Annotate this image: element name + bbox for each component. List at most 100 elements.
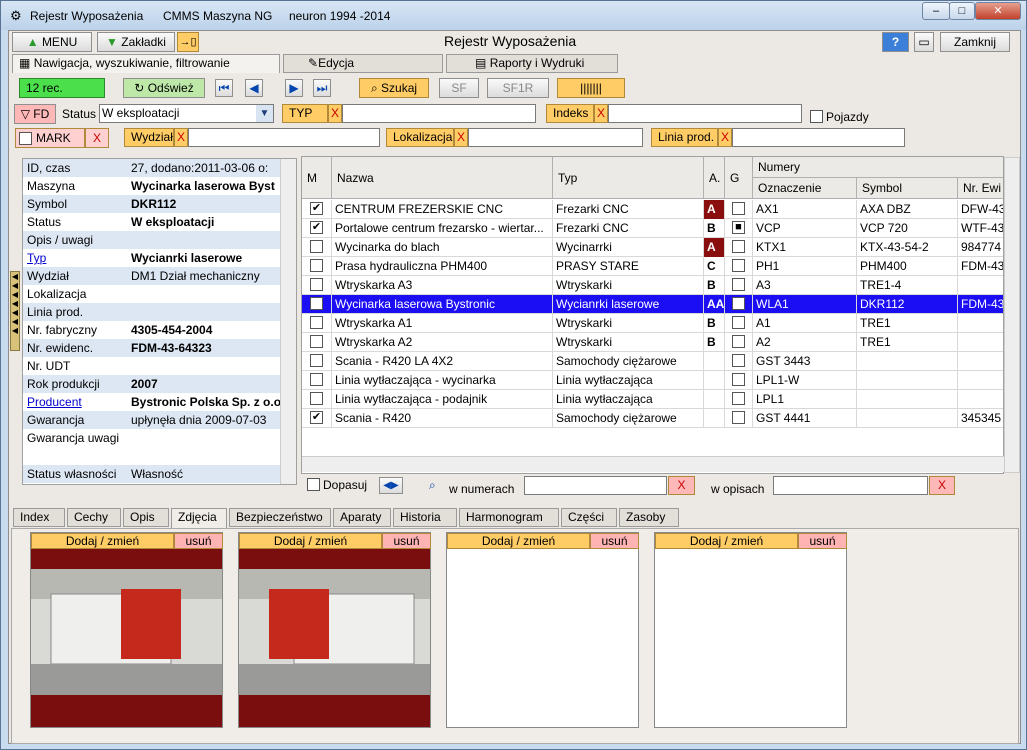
checkbox[interactable]: ■: [732, 221, 745, 234]
g-checkbox-cell[interactable]: [725, 238, 753, 257]
sf-button[interactable]: SF: [439, 78, 479, 98]
mark-checkbox-cell[interactable]: [302, 238, 332, 257]
close-form-button[interactable]: Zamknij: [940, 32, 1010, 52]
col-nazwa-header[interactable]: Nazwa: [332, 157, 553, 199]
checkbox[interactable]: [732, 354, 745, 367]
mark-checkbox-cell[interactable]: [302, 352, 332, 371]
detail-key[interactable]: Typ: [27, 249, 46, 267]
search-numbers-clear[interactable]: X: [668, 476, 695, 495]
g-checkbox-cell[interactable]: [725, 390, 753, 409]
wydzial-filter-label[interactable]: Wydział: [124, 128, 174, 147]
checkbox[interactable]: [310, 373, 323, 386]
delete-photo-button[interactable]: usuń: [382, 533, 431, 549]
checkbox[interactable]: ✔: [310, 221, 323, 234]
search-descriptions-input[interactable]: [773, 476, 928, 495]
table-row[interactable]: Wtryskarka A1 Wtryskarki B A1 TRE1: [302, 314, 1003, 333]
checkbox[interactable]: ✔: [310, 411, 323, 424]
linia-filter-input[interactable]: [732, 128, 905, 147]
grid-vscrollbar[interactable]: [1004, 157, 1020, 473]
maximize-button[interactable]: □: [949, 2, 975, 20]
tab-navigation[interactable]: ▦ Nawigacja, wyszukiwanie, filtrowanie: [12, 54, 280, 73]
search-button[interactable]: ⌕ Szukaj: [359, 78, 429, 98]
add-photo-button[interactable]: Dodaj / zmień: [447, 533, 590, 549]
table-row[interactable]: Wycinarka laserowa Bystronic Wycianrki la…: [302, 295, 1003, 314]
table-row[interactable]: ✔ Portalowe centrum frezarsko - wiertar..…: [302, 219, 1003, 238]
delete-photo-button[interactable]: usuń: [590, 533, 639, 549]
last-record-icon[interactable]: ⏭: [313, 79, 331, 97]
lokalizacja-filter-label[interactable]: Lokalizacja: [386, 128, 454, 147]
g-checkbox-cell[interactable]: [725, 276, 753, 295]
lower-tab[interactable]: Cechy: [67, 508, 121, 527]
checkbox[interactable]: [310, 335, 323, 348]
checkbox[interactable]: [732, 411, 745, 424]
lokalizacja-clear-button[interactable]: X: [454, 128, 468, 147]
mark-checkbox-cell[interactable]: [302, 333, 332, 352]
bookmarks-button[interactable]: ▼ Zakładki: [97, 32, 175, 52]
menu-button[interactable]: ▲ MENU: [12, 32, 92, 52]
col-g-header[interactable]: G: [725, 157, 753, 199]
typ-filter-label[interactable]: TYP: [282, 104, 328, 123]
table-row[interactable]: Prasa hydrauliczna PHM400 PRASY STARE C PH1…: [302, 257, 1003, 276]
checkbox[interactable]: [310, 278, 323, 291]
search-numbers-input[interactable]: [524, 476, 667, 495]
indeks-clear-button[interactable]: X: [594, 104, 608, 123]
add-photo-button[interactable]: Dodaj / zmień: [655, 533, 798, 549]
minimize-button[interactable]: –: [922, 2, 950, 20]
tab-reports[interactable]: ▤ Raporty i Wydruki: [446, 54, 618, 73]
mark-checkbox[interactable]: [19, 132, 32, 145]
pojazdy-checkbox[interactable]: [810, 110, 823, 123]
table-row[interactable]: Scania - R420 LA 4X2 Samochody ciężarowe G…: [302, 352, 1003, 371]
help-icon[interactable]: ?: [882, 32, 909, 52]
table-row[interactable]: Wtryskarka A3 Wtryskarki B A3 TRE1-4: [302, 276, 1003, 295]
checkbox[interactable]: [310, 316, 323, 329]
g-checkbox-cell[interactable]: [725, 409, 753, 428]
window-icon[interactable]: ▭: [914, 32, 934, 52]
table-row[interactable]: Wtryskarka A2 Wtryskarki B A2 TRE1: [302, 333, 1003, 352]
mark-checkbox-cell[interactable]: ✔: [302, 200, 332, 219]
g-checkbox-cell[interactable]: [725, 333, 753, 352]
lokalizacja-filter-input[interactable]: [468, 128, 643, 147]
lower-tab[interactable]: Zdjęcia: [171, 508, 227, 529]
checkbox[interactable]: ✔: [310, 202, 323, 215]
table-row[interactable]: ✔ CENTRUM FREZERSKIE CNC Frezarki CNC A AX1 A…: [302, 200, 1003, 219]
checkbox[interactable]: [732, 316, 745, 329]
checkbox[interactable]: [732, 373, 745, 386]
side-collapse-icon[interactable]: ◀ ◀ ◀ ◀ ◀ ◀ ◀: [10, 271, 20, 351]
first-record-icon[interactable]: ⏮: [215, 79, 233, 97]
linia-filter-label[interactable]: Linia prod.: [651, 128, 718, 147]
col-typ-header[interactable]: Typ: [553, 157, 704, 199]
g-checkbox-cell[interactable]: [725, 352, 753, 371]
search-descriptions-clear[interactable]: X: [929, 476, 955, 495]
refresh-button[interactable]: ↻ Odśwież: [123, 78, 205, 98]
indeks-filter-input[interactable]: [608, 104, 802, 123]
mark-checkbox-cell[interactable]: [302, 314, 332, 333]
lower-tab[interactable]: Opis: [123, 508, 169, 527]
checkbox[interactable]: [310, 240, 323, 253]
col-nrew-header[interactable]: Nr. Ewi: [958, 178, 1003, 199]
table-row[interactable]: ✔ Scania - R420 Samochody ciężarowe GST 444…: [302, 409, 1003, 428]
lower-tab[interactable]: Bezpieczeństwo: [229, 508, 331, 527]
add-photo-button[interactable]: Dodaj / zmień: [239, 533, 382, 549]
checkbox[interactable]: [310, 354, 323, 367]
mark-checkbox-cell[interactable]: [302, 257, 332, 276]
g-checkbox-cell[interactable]: ■: [725, 295, 753, 314]
filter-fd-button[interactable]: ▽ FD: [14, 104, 56, 124]
sf1r-button[interactable]: SF1R: [487, 78, 549, 98]
checkbox[interactable]: [310, 297, 323, 310]
close-window-button[interactable]: ✕: [975, 2, 1021, 20]
col-m-header[interactable]: M: [302, 157, 332, 199]
prev-record-icon[interactable]: ◀: [245, 79, 263, 97]
lower-tab[interactable]: Harmonogram: [459, 508, 559, 527]
g-checkbox-cell[interactable]: [725, 200, 753, 219]
jump-icon[interactable]: →▯: [177, 32, 199, 52]
table-row[interactable]: Linia wytłaczająca - wycinarka Linia wytł…: [302, 371, 1003, 390]
wydzial-clear-button[interactable]: X: [174, 128, 188, 147]
tab-edit[interactable]: ✎Edycja: [283, 54, 443, 73]
g-checkbox-cell[interactable]: [725, 257, 753, 276]
col-oznaczenie-header[interactable]: Oznaczenie: [753, 178, 857, 199]
next-record-icon[interactable]: ▶: [285, 79, 303, 97]
checkbox[interactable]: [310, 259, 323, 272]
checkbox[interactable]: [732, 259, 745, 272]
typ-filter-input[interactable]: [342, 104, 536, 123]
col-a-header[interactable]: A.: [704, 157, 725, 199]
